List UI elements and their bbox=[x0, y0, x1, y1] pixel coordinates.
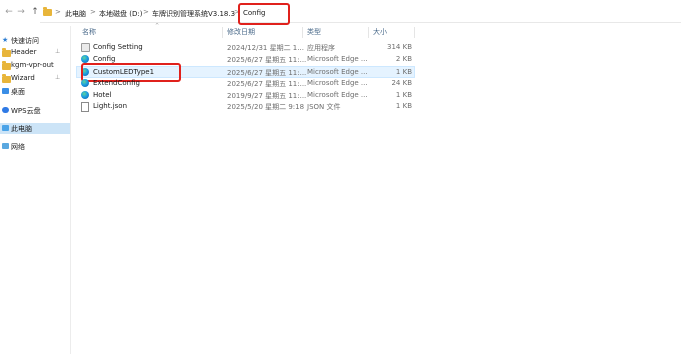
file-row[interactable]: Config Setting 2024/12/31 星期二 1... 应用程序 … bbox=[77, 42, 414, 53]
column-divider[interactable] bbox=[368, 27, 369, 38]
breadcrumb-drive-d[interactable]: 本地磁盘 (D:) bbox=[99, 9, 142, 19]
sidebar-item-label: 桌面 bbox=[11, 88, 25, 96]
file-size: 24 KB bbox=[391, 79, 412, 87]
breadcrumb-separator: > bbox=[55, 8, 61, 16]
breadcrumb-separator: > bbox=[90, 8, 96, 16]
file-type: Microsoft Edge ... bbox=[307, 79, 368, 87]
back-arrow-icon[interactable]: ← bbox=[4, 6, 14, 18]
navigation-pane: ★ 快速访问 Header ⊥ kgm-vpr-out Wizard ⊥ 桌面 … bbox=[0, 26, 71, 354]
sidebar-item-quick-access[interactable]: ★ 快速访问 bbox=[0, 35, 70, 46]
edge-browser-icon bbox=[81, 79, 89, 87]
application-icon bbox=[81, 43, 90, 52]
file-type: Microsoft Edge ... bbox=[307, 68, 368, 76]
file-modified: 2025/5/20 星期二 9:18 bbox=[227, 103, 305, 111]
file-type: 应用程序 bbox=[307, 44, 335, 52]
sidebar-item-label: Header bbox=[11, 48, 37, 56]
cloud-icon bbox=[2, 107, 9, 113]
file-modified: 2024/12/31 星期二 1... bbox=[227, 44, 304, 52]
breadcrumb-this-pc[interactable]: 此电脑 bbox=[65, 9, 86, 19]
file-modified: 2025/6/27 星期五 11:... bbox=[227, 80, 307, 88]
sidebar-item-label: 快速访问 bbox=[11, 37, 39, 45]
file-size: 1 KB bbox=[395, 68, 412, 76]
file-size: 2 KB bbox=[395, 55, 412, 63]
file-name: Config Setting bbox=[93, 43, 143, 51]
folder-icon bbox=[2, 61, 11, 70]
json-file-icon bbox=[81, 102, 89, 112]
computer-icon bbox=[2, 125, 9, 131]
column-divider[interactable] bbox=[222, 27, 223, 38]
folder-icon bbox=[2, 48, 11, 57]
breadcrumb-separator: > bbox=[143, 8, 149, 16]
pin-icon: ⊥ bbox=[55, 48, 61, 55]
file-name: Light.json bbox=[93, 102, 128, 110]
sidebar-item-desktop[interactable]: 桌面 bbox=[0, 86, 70, 97]
file-name: ExtendConfig bbox=[93, 79, 140, 87]
edge-browser-icon bbox=[81, 91, 89, 99]
highlight-box-config-breadcrumb bbox=[238, 3, 290, 25]
column-header-type[interactable]: 类型 bbox=[307, 27, 321, 37]
up-arrow-icon[interactable]: ↑ bbox=[30, 6, 40, 18]
sidebar-item-label: 此电脑 bbox=[11, 125, 32, 133]
column-divider[interactable] bbox=[302, 27, 303, 38]
folder-icon bbox=[43, 7, 52, 16]
pin-icon: ⊥ bbox=[55, 74, 61, 81]
column-header-size[interactable]: 大小 bbox=[373, 27, 387, 37]
file-type: JSON 文件 bbox=[307, 103, 341, 111]
forward-arrow-icon[interactable]: → bbox=[16, 6, 26, 18]
file-name: Hotel bbox=[93, 91, 112, 99]
file-size: 1 KB bbox=[395, 102, 412, 110]
address-row: ← → ↑ > 此电脑 > 本地磁盘 (D:) > 车牌识别管理系统V3.18.… bbox=[0, 0, 681, 26]
sidebar-item-network[interactable]: 网络 bbox=[0, 141, 70, 152]
file-size: 1 KB bbox=[395, 91, 412, 99]
column-divider[interactable] bbox=[414, 27, 415, 38]
sidebar-item-label: 网络 bbox=[11, 143, 25, 151]
sidebar-item-kgm-vpr-out[interactable]: kgm-vpr-out bbox=[0, 60, 70, 71]
file-type: Microsoft Edge ... bbox=[307, 55, 368, 63]
folder-icon bbox=[2, 74, 11, 83]
network-icon bbox=[2, 143, 9, 149]
file-row[interactable]: Light.json 2025/5/20 星期二 9:18 JSON 文件 1 … bbox=[77, 101, 414, 112]
file-modified: 2025/6/27 星期五 11:... bbox=[227, 56, 307, 64]
column-header-name[interactable]: 名称 bbox=[82, 27, 96, 37]
breadcrumb-plate-system[interactable]: 车牌识别管理系统V3.18.3 bbox=[152, 9, 235, 19]
sidebar-item-label: kgm-vpr-out bbox=[11, 61, 54, 69]
file-type: Microsoft Edge ... bbox=[307, 91, 368, 99]
sort-arrow-icon: ^ bbox=[155, 23, 160, 29]
file-row[interactable]: Hotel 2019/9/27 星期五 11:... Microsoft Edg… bbox=[77, 90, 414, 101]
file-modified: 2019/9/27 星期五 11:... bbox=[227, 92, 307, 100]
sidebar-item-wizard[interactable]: Wizard ⊥ bbox=[0, 73, 70, 84]
sidebar-item-this-pc[interactable]: 此电脑 bbox=[0, 123, 70, 134]
desktop-icon bbox=[2, 88, 9, 94]
address-bar[interactable]: > 此电脑 > 本地磁盘 (D:) > 车牌识别管理系统V3.18.3 > Co… bbox=[40, 3, 681, 23]
sidebar-item-wps-cloud[interactable]: WPS云盘 bbox=[0, 105, 70, 116]
sidebar-item-header[interactable]: Header ⊥ bbox=[0, 47, 70, 58]
file-modified: 2025/6/27 星期五 11:... bbox=[227, 69, 307, 77]
file-name: Config bbox=[93, 55, 116, 63]
sidebar-item-label: WPS云盘 bbox=[11, 107, 41, 115]
edge-browser-icon bbox=[81, 55, 89, 63]
column-header-modified[interactable]: 修改日期 bbox=[227, 27, 255, 37]
sidebar-item-label: Wizard bbox=[11, 74, 35, 82]
file-row[interactable]: ExtendConfig 2025/6/27 星期五 11:... Micros… bbox=[77, 78, 414, 89]
star-icon: ★ bbox=[2, 36, 9, 44]
file-size: 314 KB bbox=[387, 43, 412, 51]
